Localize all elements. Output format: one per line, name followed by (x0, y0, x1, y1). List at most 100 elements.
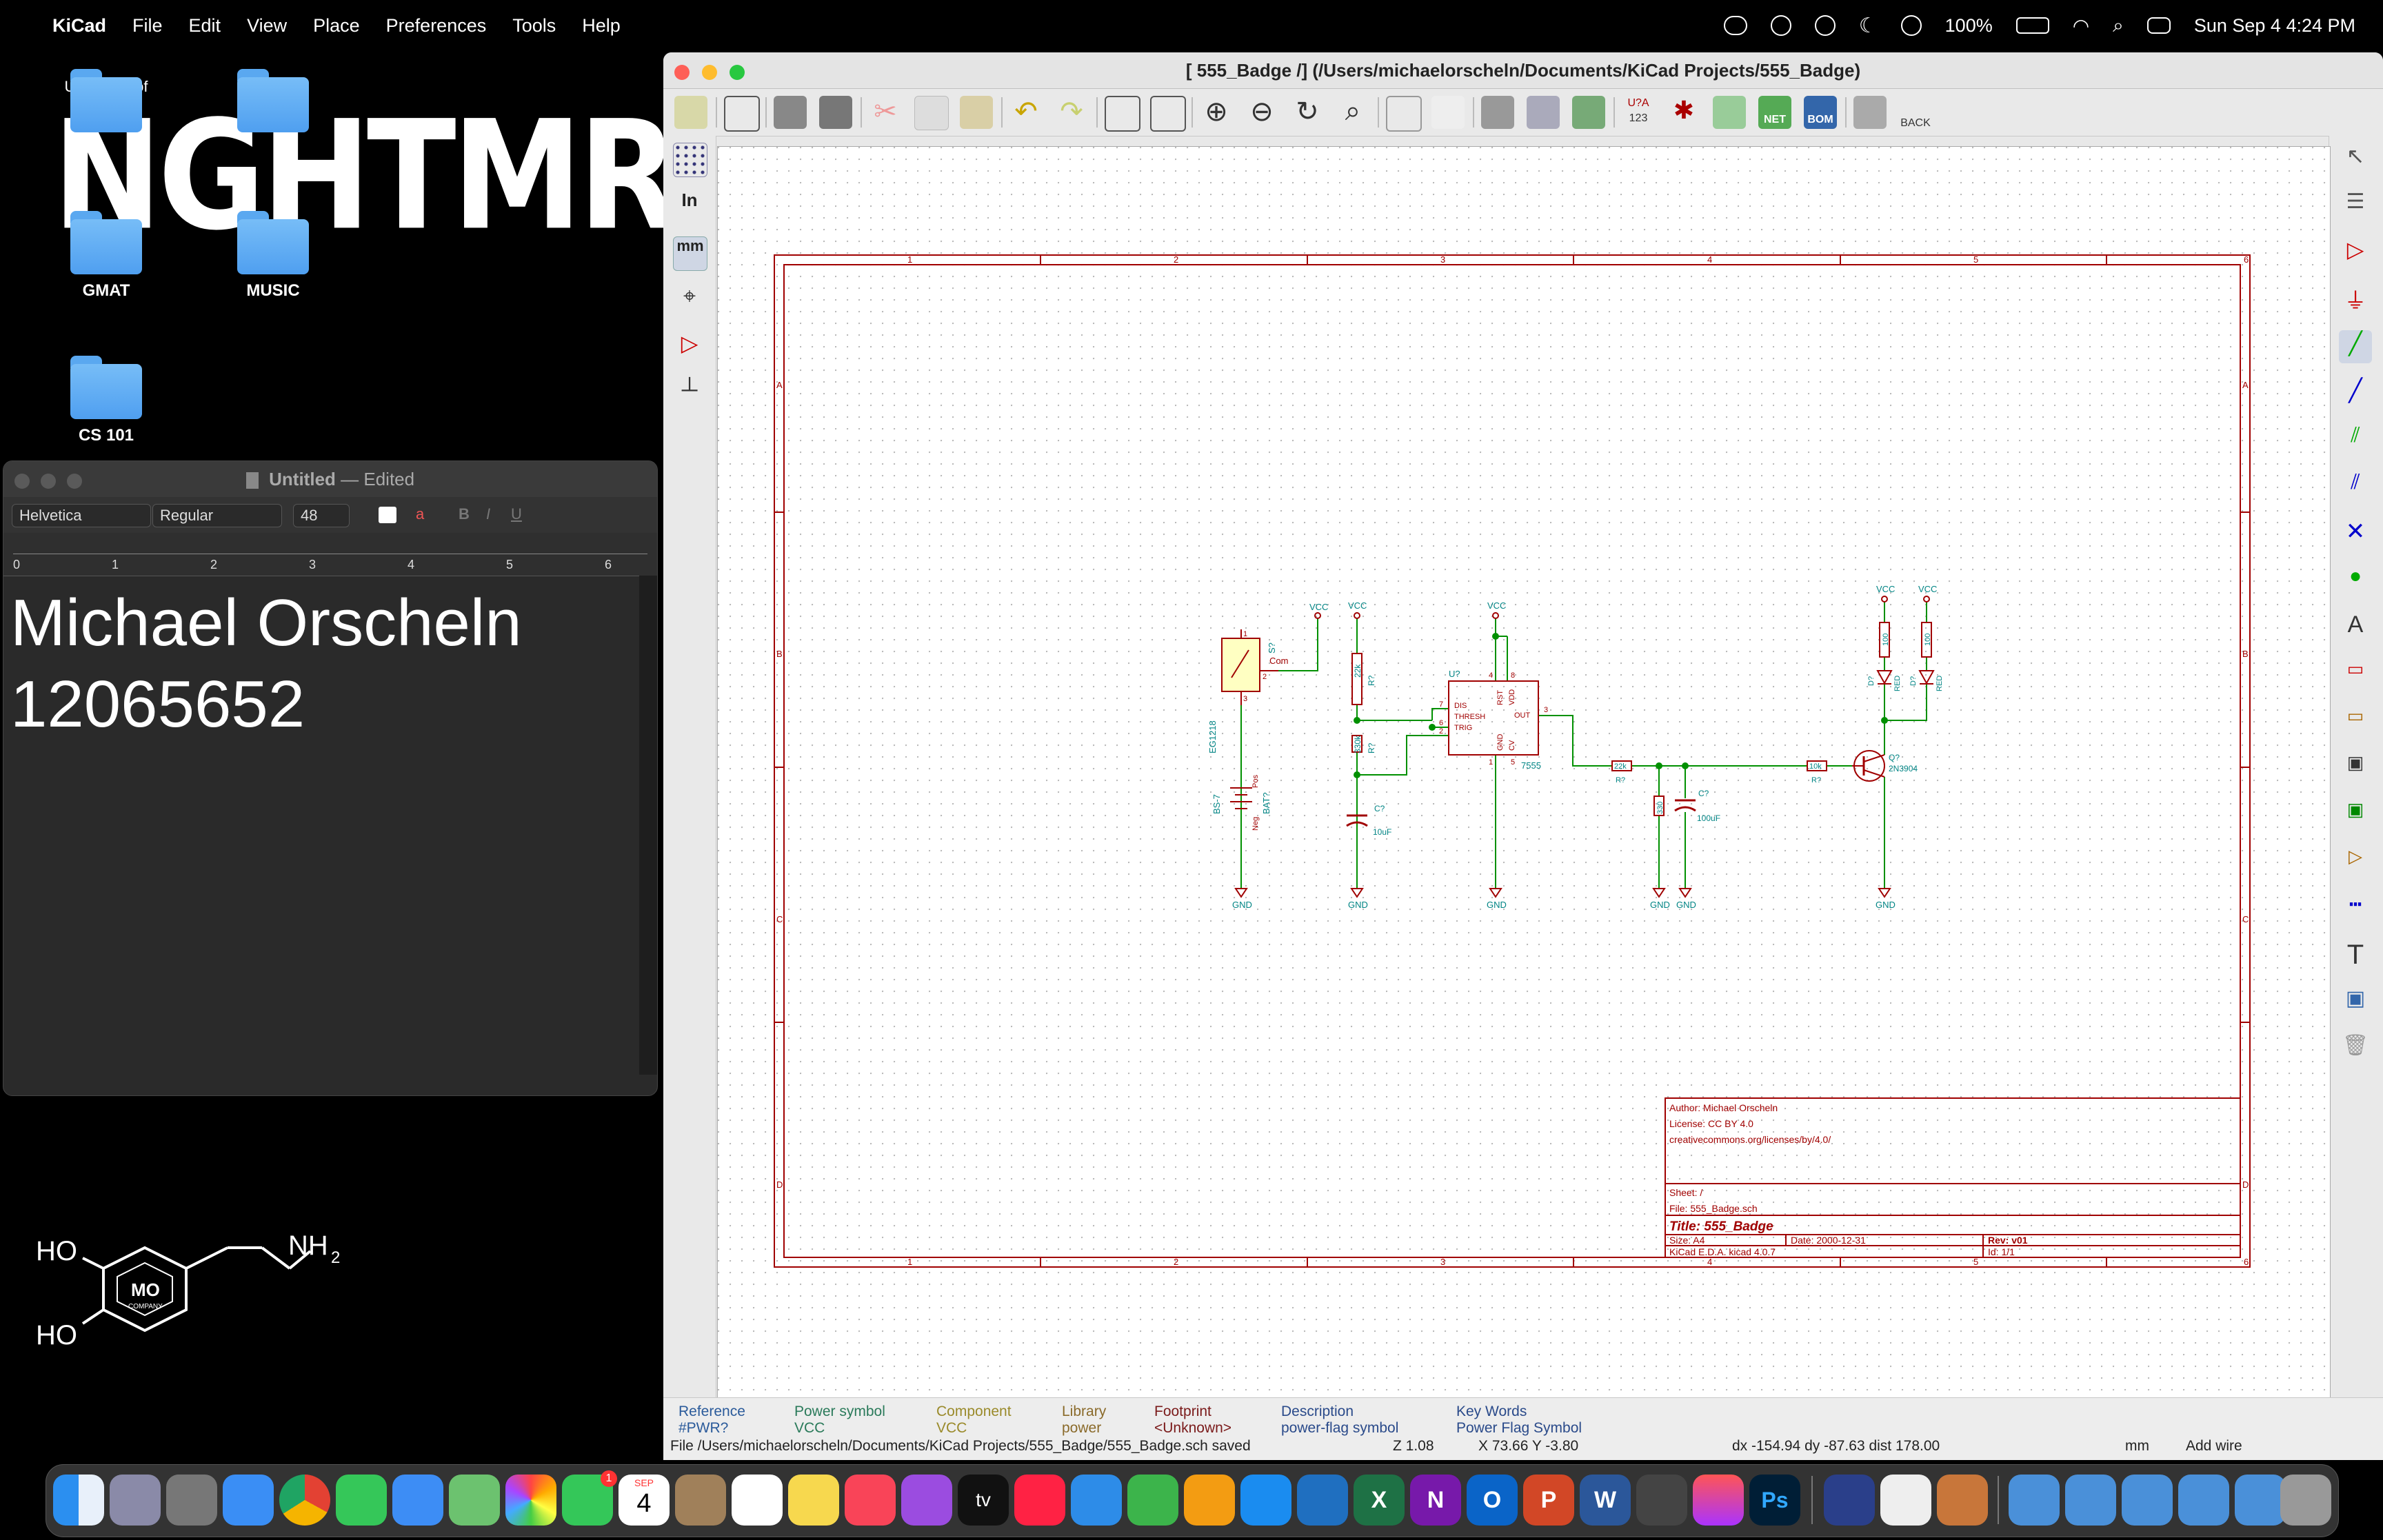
annotate-icon[interactable]: U?A 123 (1622, 96, 1655, 129)
textedit-titlebar[interactable]: Untitled — Edited (3, 461, 657, 497)
dock-applications-folder-icon[interactable] (2009, 1475, 2060, 1526)
cursor-shape-icon[interactable]: ⌖ (673, 283, 706, 316)
zoom-fit-icon[interactable]: ⌕ (1336, 96, 1369, 129)
dock-documents-folder-icon[interactable] (2065, 1475, 2116, 1526)
dock-chrome-icon[interactable] (279, 1475, 330, 1526)
dock-contacts-icon[interactable] (675, 1475, 726, 1526)
desktop-folder-university-of-alabama[interactable]: University of Alabama (37, 69, 175, 132)
now-playing-icon[interactable] (1900, 15, 1922, 36)
undo-icon[interactable]: ↶ (1009, 96, 1043, 129)
netlist-icon[interactable]: NET (1758, 96, 1791, 129)
menu-view[interactable]: View (247, 15, 287, 37)
place-wire-icon[interactable]: ╱ (2339, 330, 2372, 363)
menu-place[interactable]: Place (313, 15, 360, 37)
wifi-icon[interactable]: ◠ (2073, 14, 2089, 37)
dock-excel-icon[interactable]: X (1354, 1475, 1405, 1526)
desktop-folder-cs-101[interactable]: CS 101 (37, 356, 175, 445)
place-junction-icon[interactable]: ● (2339, 565, 2372, 598)
spotlight-search-icon[interactable]: ⌕ (2113, 14, 2124, 37)
units-mm-icon[interactable]: mm (673, 236, 707, 271)
text-color-swatch[interactable] (379, 507, 396, 523)
delete-item-icon[interactable]: 🗑 (2339, 1033, 2372, 1066)
bom-icon[interactable]: BOM (1804, 96, 1837, 129)
dock-messages-icon[interactable] (336, 1475, 387, 1526)
dock-outlook-icon[interactable]: O (1467, 1475, 1518, 1526)
dock-preview-icon[interactable] (1824, 1475, 1875, 1526)
dock-music-icon[interactable] (845, 1475, 896, 1526)
minimize-button[interactable] (41, 474, 56, 489)
bus-to-bus-entry-icon[interactable]: ⫽ (2339, 471, 2372, 504)
dock-pages-icon[interactable] (1184, 1475, 1235, 1526)
dock-app-store-icon[interactable] (1240, 1475, 1291, 1526)
dock-powerpoint-icon[interactable]: P (1523, 1475, 1574, 1526)
font-style-select[interactable]: Regular (152, 504, 282, 527)
menubar-clock[interactable]: Sun Sep 4 4:24 PM (2194, 15, 2355, 37)
desktop-folder-music[interactable]: MUSIC (204, 211, 342, 301)
redraw-icon[interactable]: ↻ (1291, 96, 1324, 129)
dock-keynote-icon[interactable] (1071, 1475, 1122, 1526)
redo-icon[interactable]: ↷ (1055, 96, 1088, 129)
leave-sheet-icon[interactable] (1431, 96, 1465, 129)
dock-kicad-icon[interactable] (1937, 1475, 1988, 1526)
place-component-icon[interactable]: ▷ (2339, 236, 2372, 270)
page-settings-icon[interactable] (724, 96, 760, 132)
paste-icon[interactable] (960, 96, 993, 129)
dock-apple-tv-icon[interactable]: tv (958, 1475, 1009, 1526)
place-power-icon[interactable]: ⏚ (2339, 283, 2372, 316)
wire-to-bus-entry-icon[interactable]: ⫽ (2339, 424, 2372, 457)
underline-button[interactable]: U (511, 505, 522, 523)
highlight-color-icon[interactable]: a (416, 505, 424, 523)
copy-icon[interactable] (914, 96, 949, 130)
dock-photoshop-icon[interactable]: Ps (1749, 1475, 1800, 1526)
kicad-titlebar[interactable]: [ 555_Badge /] (/Users/michaelorscheln/D… (663, 52, 2383, 89)
menu-tools[interactable]: Tools (512, 15, 556, 37)
font-size-select[interactable]: 48 (293, 504, 350, 527)
hidden-pins-icon[interactable]: ▷ (673, 330, 706, 363)
dock-news-icon[interactable] (1014, 1475, 1065, 1526)
hierarchical-label-icon[interactable]: ▭ (2339, 705, 2372, 738)
control-center-icon[interactable] (2146, 17, 2171, 34)
dock-podcasts-icon[interactable] (901, 1475, 952, 1526)
dock-files-folder-icon[interactable] (2178, 1475, 2229, 1526)
library-editor-icon[interactable] (1481, 96, 1514, 129)
dock-word-icon[interactable]: W (1580, 1475, 1631, 1526)
save-icon[interactable] (674, 96, 707, 129)
dock-creative-cloud-icon[interactable] (1693, 1475, 1744, 1526)
bold-button[interactable]: B (459, 505, 470, 523)
schematic-canvas[interactable]: 1 2 3 4 5 6 1 2 3 4 5 6 A B C D A B C D (717, 146, 2331, 1402)
dock-safari-icon[interactable] (223, 1475, 274, 1526)
dock-reminders-icon[interactable] (732, 1475, 783, 1526)
dock-numbers-icon[interactable] (1127, 1475, 1178, 1526)
cut-icon[interactable]: ✂ (869, 96, 902, 129)
print-icon[interactable] (774, 96, 807, 129)
back-annotate-icon[interactable]: BACK (1899, 96, 1932, 129)
vpn-icon[interactable] (1770, 15, 1791, 36)
find-replace-icon[interactable] (1150, 96, 1186, 132)
library-browser-icon[interactable] (1527, 96, 1560, 129)
app-menu-kicad[interactable]: KiCad (52, 15, 106, 37)
place-bus-icon[interactable]: ╱ (2339, 377, 2372, 410)
dock-mail-icon[interactable] (392, 1475, 443, 1526)
zoom-button[interactable] (730, 65, 745, 80)
graphic-line-icon[interactable]: ┅ (2339, 893, 2372, 926)
units-inch-icon[interactable]: In (673, 190, 706, 223)
dock-finder-icon[interactable] (53, 1475, 104, 1526)
wire-angle-icon[interactable]: ┴ (673, 377, 706, 410)
dock-launchpad-icon[interactable] (110, 1475, 161, 1526)
grid-toggle-icon[interactable] (673, 143, 707, 177)
cvpcb-icon[interactable] (1713, 96, 1746, 129)
italic-button[interactable]: I (486, 505, 490, 523)
import-sheet-pin-icon[interactable]: ▣ (2339, 799, 2372, 832)
place-text-icon[interactable]: T (2339, 940, 2372, 973)
dock-trash-icon[interactable] (2280, 1475, 2331, 1526)
zoom-in-icon[interactable]: ⊕ (1200, 96, 1233, 129)
dock-pictures-folder-icon[interactable] (2122, 1475, 2173, 1526)
dock-vscode-icon[interactable] (1297, 1475, 1348, 1526)
menu-preferences[interactable]: Preferences (386, 15, 487, 37)
textedit-document-body[interactable]: Michael Orscheln 12065652 (3, 576, 639, 1075)
add-sheet-pin-icon[interactable]: ▷ (2339, 846, 2372, 879)
close-button[interactable] (14, 474, 30, 489)
dock-screenshot-icon[interactable] (1636, 1475, 1687, 1526)
focus-moon-icon[interactable]: ☾ (1859, 14, 1878, 38)
dock-photos-icon[interactable] (505, 1475, 556, 1526)
